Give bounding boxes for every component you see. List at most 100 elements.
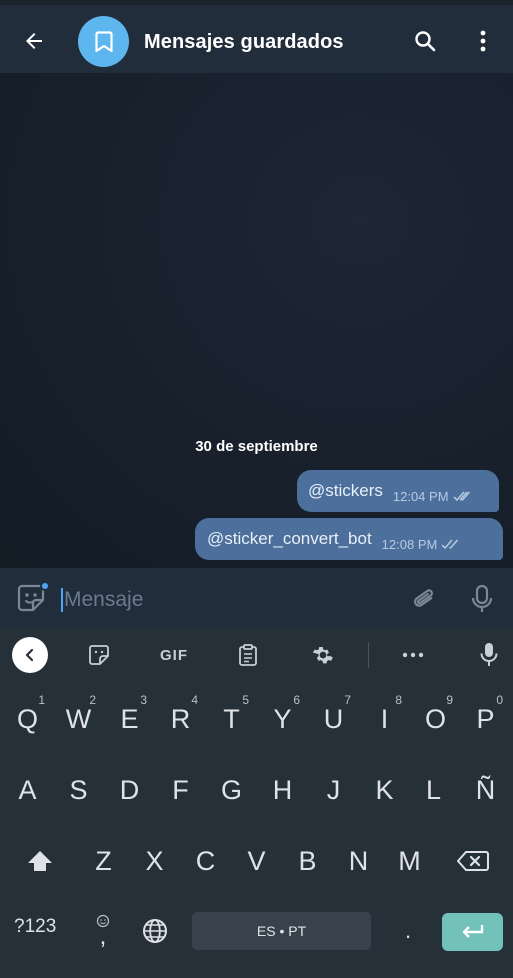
key-k[interactable]: K xyxy=(359,761,410,819)
key-hint: 7 xyxy=(344,693,351,707)
gif-label: GIF xyxy=(160,646,188,664)
avatar[interactable] xyxy=(78,16,129,67)
microphone-icon xyxy=(471,584,493,612)
collapse-toolbar-button[interactable] xyxy=(12,637,48,673)
date-separator: 30 de septiembre xyxy=(195,438,318,455)
key-hint: 3 xyxy=(140,693,147,707)
key-d[interactable]: D xyxy=(104,761,155,819)
key-n-tilde[interactable]: Ñ xyxy=(460,761,511,819)
backspace-key[interactable] xyxy=(447,832,498,890)
key-f[interactable]: F xyxy=(155,761,206,819)
key-n[interactable]: N xyxy=(333,832,384,890)
key-a[interactable]: A xyxy=(2,761,53,819)
key-h[interactable]: H xyxy=(257,761,308,819)
key-x[interactable]: X xyxy=(129,832,180,890)
shift-icon xyxy=(27,851,52,871)
key-hint: 0 xyxy=(496,693,503,707)
attach-button[interactable] xyxy=(408,582,442,616)
key-label: E xyxy=(120,703,139,734)
message-bubble[interactable]: @sticker_convert_bot 12:08 PM xyxy=(195,518,503,560)
comma-label: , xyxy=(99,923,107,950)
message-text[interactable]: @sticker_convert_bot xyxy=(207,529,372,549)
keyboard-toolbar: GIF xyxy=(0,628,513,682)
key-e[interactable]: E3 xyxy=(104,690,155,748)
voice-message-button[interactable] xyxy=(465,581,499,617)
symbols-key[interactable]: ?123 xyxy=(14,916,56,938)
key-hint: 5 xyxy=(242,693,249,707)
message-bubble[interactable]: @stickers 12:04 PM xyxy=(297,470,499,512)
key-w[interactable]: W2 xyxy=(53,690,104,748)
message-time: 12:04 PM xyxy=(392,488,449,504)
key-label: U xyxy=(323,703,344,734)
key-y[interactable]: Y6 xyxy=(257,690,308,748)
key-i[interactable]: I8 xyxy=(359,690,410,748)
message-input[interactable] xyxy=(64,585,384,615)
search-icon xyxy=(415,31,436,52)
bookmark-icon xyxy=(94,30,113,52)
period-key[interactable]: . xyxy=(396,914,420,948)
message-composer xyxy=(0,568,513,628)
backspace-icon xyxy=(456,851,489,871)
key-u[interactable]: U7 xyxy=(308,690,359,748)
chevron-left-icon xyxy=(25,648,34,662)
more-options-button[interactable] xyxy=(468,22,498,60)
more-vertical-icon xyxy=(480,30,486,52)
back-button[interactable] xyxy=(14,23,54,59)
keyboard-sticker-button[interactable] xyxy=(84,637,114,673)
key-hint: 8 xyxy=(395,693,402,707)
microphone-icon xyxy=(480,643,498,666)
notification-dot xyxy=(40,581,50,591)
key-s[interactable]: S xyxy=(53,761,104,819)
key-p[interactable]: P0 xyxy=(460,690,511,748)
space-key[interactable]: ES • PT xyxy=(192,912,371,950)
key-z[interactable]: Z xyxy=(78,832,129,890)
key-label: I xyxy=(380,703,389,734)
more-horizontal-icon xyxy=(402,652,424,658)
chat-area[interactable]: 30 de septiembre @stickers 12:04 PM @sti… xyxy=(0,73,513,568)
enter-icon xyxy=(462,925,483,938)
key-l[interactable]: L xyxy=(408,761,459,819)
key-label: Q xyxy=(16,703,38,734)
key-r[interactable]: R4 xyxy=(155,690,206,748)
key-label: T xyxy=(223,703,240,734)
key-hint: 2 xyxy=(89,693,96,707)
key-c[interactable]: C xyxy=(180,832,231,890)
key-o[interactable]: O9 xyxy=(410,690,461,748)
enter-key[interactable] xyxy=(442,913,503,951)
shift-key[interactable] xyxy=(14,832,65,890)
key-v[interactable]: V xyxy=(231,832,282,890)
message-meta: 12:04 PM xyxy=(393,489,473,504)
key-q[interactable]: Q1 xyxy=(2,690,53,748)
key-b[interactable]: B xyxy=(282,832,333,890)
app-header: Mensajes guardados xyxy=(0,0,513,73)
chat-title[interactable]: Mensajes guardados xyxy=(144,31,344,54)
key-t[interactable]: T5 xyxy=(206,690,257,748)
key-m[interactable]: M xyxy=(384,832,435,890)
comma-key[interactable]: , xyxy=(88,906,118,954)
clipboard-icon xyxy=(239,644,257,666)
message-meta: 12:08 PM xyxy=(382,537,462,552)
emoji-sticker-button[interactable] xyxy=(15,581,50,616)
key-label: P xyxy=(476,703,495,734)
search-button[interactable] xyxy=(406,22,444,60)
gear-icon xyxy=(312,646,333,664)
key-j[interactable]: J xyxy=(308,761,359,819)
key-label: O xyxy=(424,703,446,734)
key-label: Y xyxy=(273,703,292,734)
virtual-keyboard: G I F Q 1 W 2 E 3 R 4 T 5 Y 6 U 7 I 8 O 9 … xyxy=(0,628,513,978)
double-check-icon xyxy=(453,491,470,502)
key-label: R xyxy=(170,703,191,734)
key-hint: 6 xyxy=(293,693,300,707)
message-text[interactable]: @stickers xyxy=(308,481,383,501)
gif-button[interactable]: GIF xyxy=(156,637,192,673)
text-caret xyxy=(61,588,63,612)
clipboard-button[interactable] xyxy=(233,637,263,673)
voice-typing-button[interactable] xyxy=(474,637,504,673)
double-check-icon xyxy=(441,539,459,550)
more-tools-button[interactable] xyxy=(398,637,428,673)
key-g[interactable]: G xyxy=(206,761,257,819)
globe-icon xyxy=(143,919,167,943)
keyboard-settings-button[interactable] xyxy=(308,637,338,673)
language-key[interactable] xyxy=(138,914,172,948)
toolbar-divider xyxy=(368,642,369,668)
